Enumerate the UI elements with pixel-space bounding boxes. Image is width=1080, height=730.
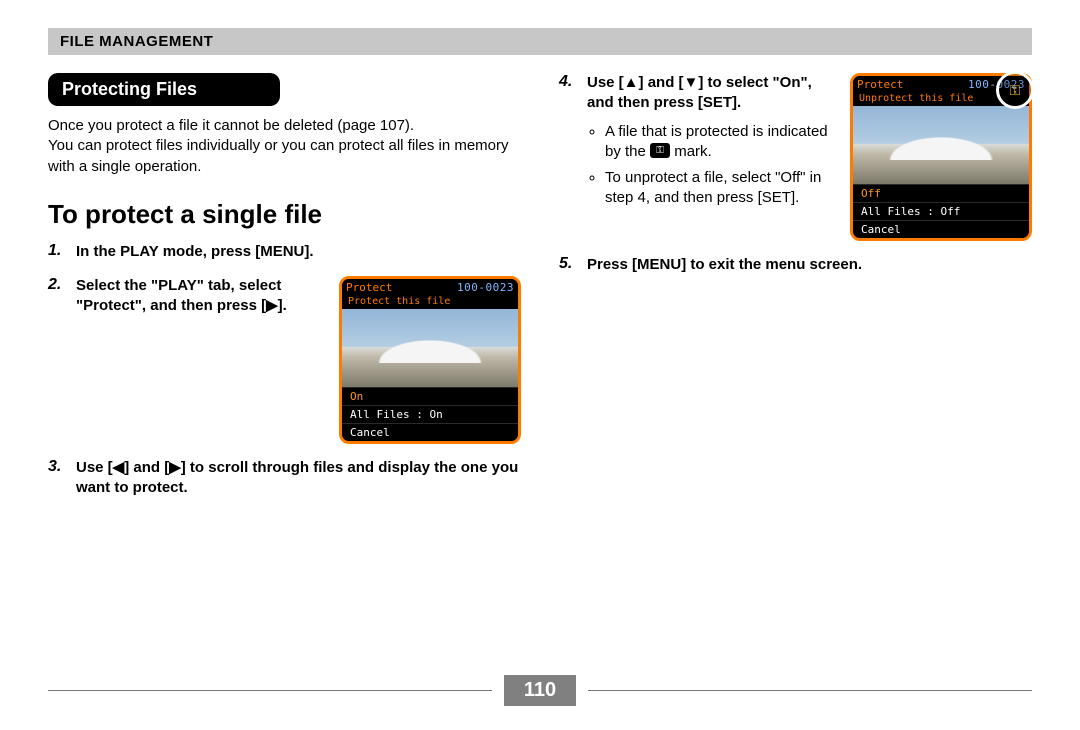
- note-text-post: mark.: [674, 143, 712, 160]
- step-item: 4. Use [▲] and [▼] to select "On", and t…: [559, 73, 1032, 241]
- subheading: To protect a single file: [48, 199, 521, 230]
- step-item: 1. In the PLAY mode, press [MENU].: [48, 242, 521, 262]
- page-number: 110: [504, 675, 576, 706]
- thumb-title: Protect: [346, 281, 392, 294]
- step-number: 1.: [48, 242, 68, 262]
- thumb-option: Cancel: [342, 423, 518, 441]
- thumb-subtitle: Protect this file: [342, 296, 518, 309]
- steps-right: 4. Use [▲] and [▼] to select "On", and t…: [559, 73, 1032, 275]
- thumb-option: All Files : Off: [853, 202, 1029, 220]
- intro-line-1: Once you protect a file it cannot be del…: [48, 117, 414, 134]
- topic-pill-text: Protecting Files: [62, 79, 197, 99]
- camera-thumbnail-b-wrap: Protect 100-0023 Unprotect this file Off: [850, 73, 1032, 241]
- step-item: 3. Use [◀] and [▶] to scroll through fil…: [48, 458, 521, 499]
- manual-page: File Management Protecting Files Once yo…: [0, 0, 1080, 730]
- steps-left: 1. In the PLAY mode, press [MENU]. 2. Se…: [48, 242, 521, 499]
- thumb-option: All Files : On: [342, 405, 518, 423]
- step-text: In the PLAY mode, press [MENU].: [76, 242, 521, 262]
- step-number: 4.: [559, 73, 579, 241]
- intro-line-2: You can protect files individually or yo…: [48, 137, 509, 174]
- thumb-options: Off All Files : Off Cancel: [853, 184, 1029, 238]
- step-text: Select the "PLAY" tab, select "Protect",…: [76, 276, 327, 317]
- step-item: 5. Press [MENU] to exit the menu screen.: [559, 255, 1032, 275]
- key-icon: ⚿: [650, 143, 670, 158]
- camera-thumbnail-a: Protect 100-0023 Protect this file On Al…: [339, 276, 521, 444]
- step-text: Use [▲] and [▼] to select "On", and then…: [587, 73, 838, 114]
- step-number: 2.: [48, 276, 68, 444]
- topic-pill: Protecting Files: [48, 73, 280, 106]
- intro-text: Once you protect a file it cannot be del…: [48, 116, 521, 177]
- section-header: File Management: [48, 28, 1032, 55]
- protect-badge-circle: ⚿: [996, 71, 1034, 109]
- note-text-pre: To unprotect a file, select "Off" in ste…: [605, 169, 821, 206]
- note-item: To unprotect a file, select "Off" in ste…: [605, 168, 838, 209]
- thumb-header: Protect 100-0023: [342, 279, 518, 296]
- key-icon: ⚿: [1010, 82, 1021, 99]
- page-footer: 110: [48, 675, 1032, 706]
- step-item: 2. Select the "PLAY" tab, select "Protec…: [48, 276, 521, 444]
- note-text-pre: A file that is protected is indicated by…: [605, 123, 828, 160]
- thumb-title: Protect: [857, 78, 903, 91]
- mountain-shape: [365, 325, 495, 363]
- step-number: 5.: [559, 255, 579, 275]
- section-header-text: File Management: [60, 33, 213, 50]
- thumb-option: Off: [853, 184, 1029, 202]
- step-number: 3.: [48, 458, 68, 499]
- right-column: 4. Use [▲] and [▼] to select "On", and t…: [559, 73, 1032, 513]
- step-notes: A file that is protected is indicated by…: [587, 122, 838, 209]
- note-item: A file that is protected is indicated by…: [605, 122, 838, 163]
- thumb-file-number: 100-0023: [457, 281, 514, 294]
- footer-rule-right: [588, 690, 1032, 691]
- step-text: Press [MENU] to exit the menu screen.: [587, 255, 1032, 275]
- content-columns: Protecting Files Once you protect a file…: [48, 73, 1032, 513]
- thumb-options: On All Files : On Cancel: [342, 387, 518, 441]
- mountain-shape: [876, 122, 1006, 160]
- footer-rule-left: [48, 690, 492, 691]
- left-column: Protecting Files Once you protect a file…: [48, 73, 521, 513]
- thumb-option: Cancel: [853, 220, 1029, 238]
- thumb-option: On: [342, 387, 518, 405]
- thumb-photo: [853, 106, 1029, 184]
- thumb-photo: [342, 309, 518, 387]
- step-text: Use [◀] and [▶] to scroll through files …: [76, 458, 521, 499]
